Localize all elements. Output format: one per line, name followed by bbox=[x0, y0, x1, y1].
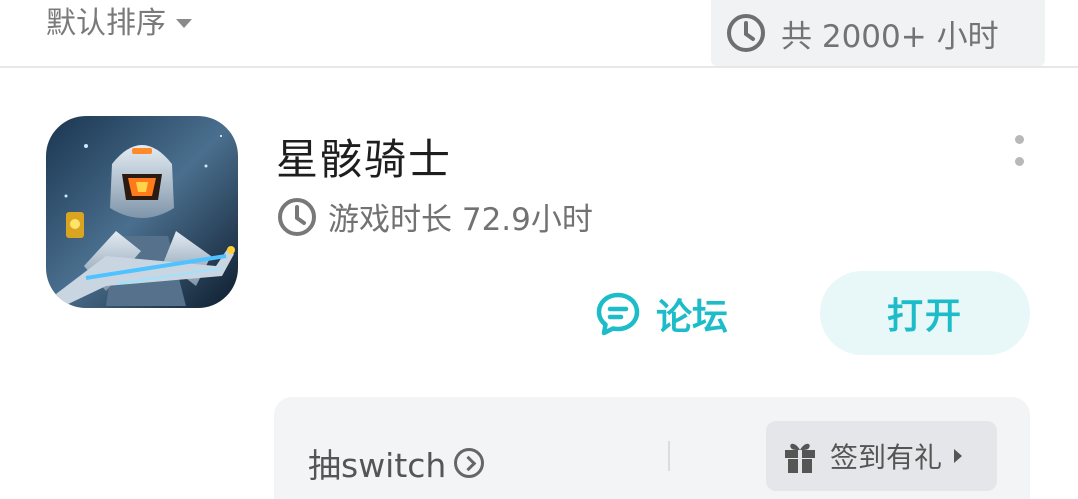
clock-icon bbox=[727, 14, 765, 52]
sort-dropdown[interactable]: 默认排序 bbox=[46, 0, 192, 42]
more-vertical-icon bbox=[1015, 135, 1024, 144]
sign-in-gift-button[interactable]: 签到有礼 bbox=[766, 421, 997, 491]
total-hours-text: 共 2000+ 小时 bbox=[781, 18, 999, 55]
promo-card: 抽switch 签到有礼 bbox=[274, 397, 1030, 499]
open-game-button[interactable]: 打开 bbox=[820, 271, 1030, 355]
gift-icon bbox=[785, 443, 815, 473]
chevron-down-icon bbox=[176, 18, 192, 28]
clock-icon bbox=[278, 197, 316, 236]
sign-in-label: 签到有礼 bbox=[830, 441, 943, 474]
sort-label: 默认排序 bbox=[46, 6, 166, 41]
caret-right-icon bbox=[954, 449, 963, 463]
promo-link[interactable]: 抽switch bbox=[308, 439, 485, 487]
game-title[interactable]: 星骸骑士 bbox=[276, 126, 452, 187]
game-app-icon[interactable] bbox=[46, 116, 238, 308]
playtime-info: 游戏时长 72.9小时 bbox=[276, 194, 593, 239]
card-divider bbox=[668, 441, 670, 471]
chevron-right-circle-icon bbox=[454, 448, 485, 478]
total-hours-badge: 共 2000+ 小时 bbox=[711, 0, 1045, 66]
forum-label: 论坛 bbox=[656, 297, 729, 338]
playtime-text: 游戏时长 72.9小时 bbox=[328, 202, 593, 238]
forum-button[interactable]: 论坛 bbox=[594, 288, 728, 340]
promo-title: 抽switch bbox=[308, 446, 447, 485]
more-options-button[interactable] bbox=[1011, 135, 1029, 171]
chat-bubble-icon bbox=[596, 292, 640, 336]
toolbar: 默认排序 共 2000+ 小时 bbox=[0, 0, 1078, 68]
